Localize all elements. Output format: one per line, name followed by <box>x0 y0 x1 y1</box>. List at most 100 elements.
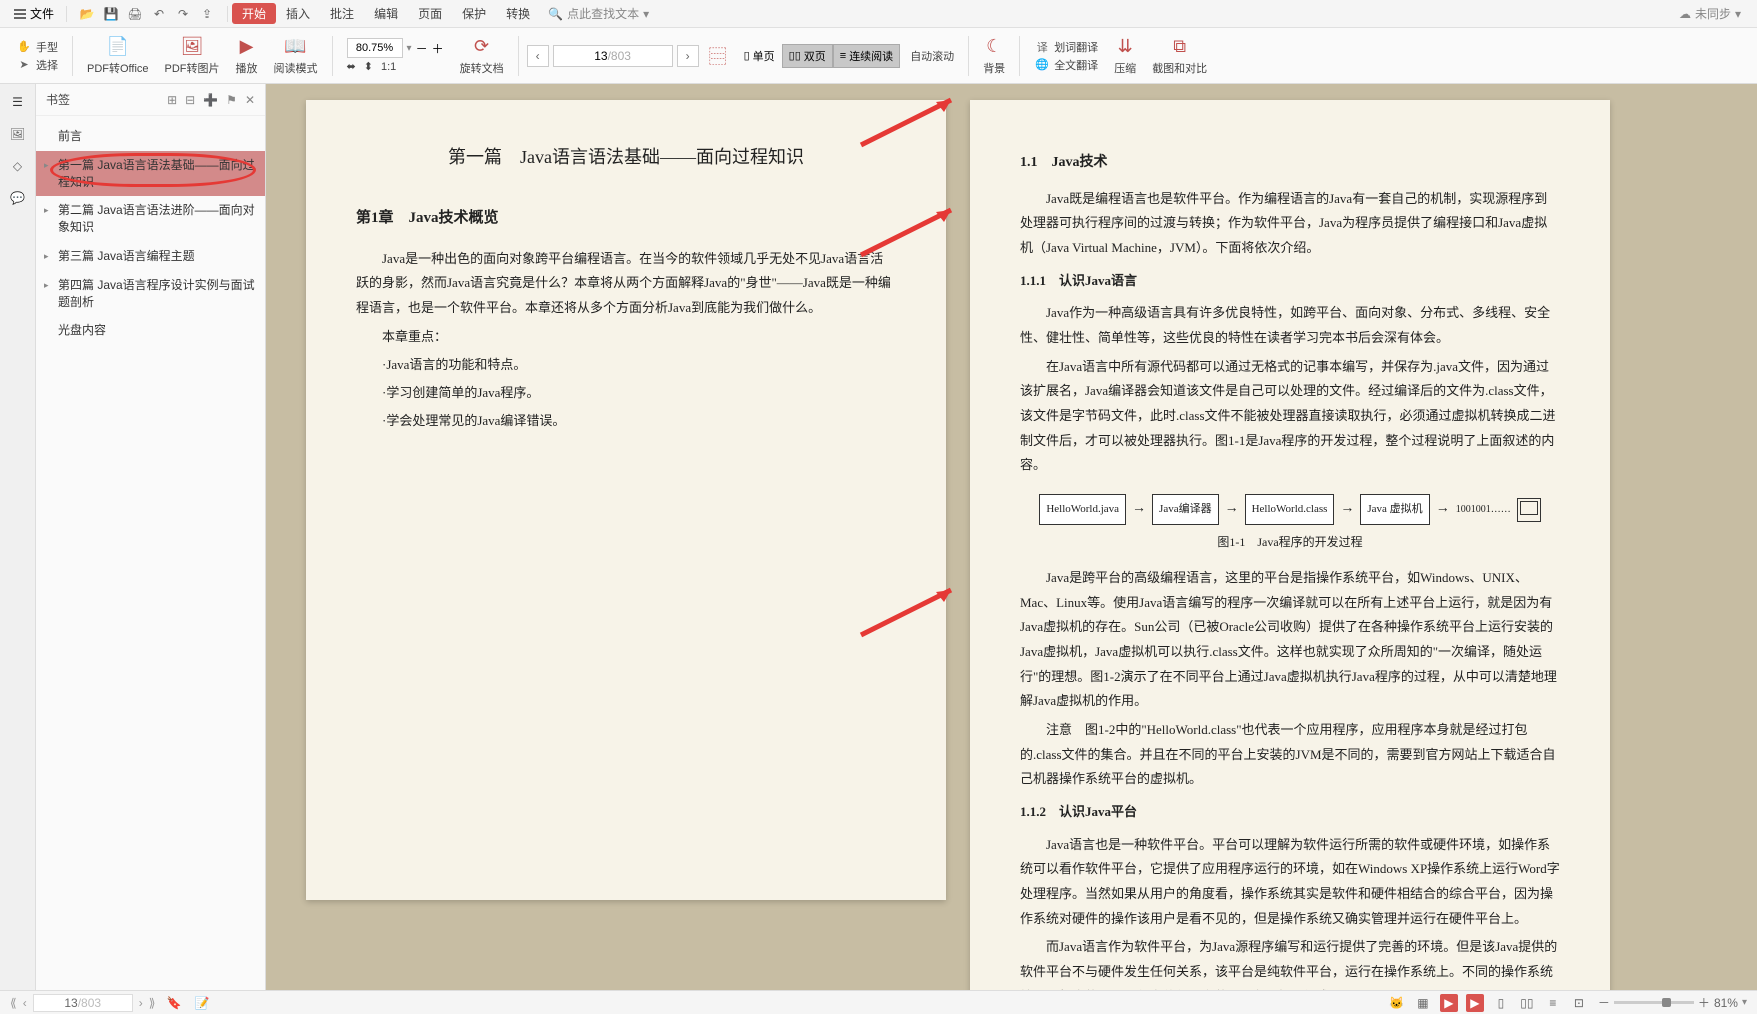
next-page-button[interactable]: › <box>677 45 699 67</box>
annotation-arrow <box>856 580 966 640</box>
separator <box>518 36 519 76</box>
thumbnails-strip-icon[interactable]: 🖼 <box>8 124 28 144</box>
tab-convert[interactable]: 转换 <box>496 5 540 22</box>
hand-tool[interactable]: ✋手型 <box>16 39 58 55</box>
tab-protect[interactable]: 保护 <box>452 5 496 22</box>
separator <box>332 36 333 76</box>
zoom-out-icon[interactable]: － <box>416 40 428 57</box>
attachments-strip-icon[interactable]: ◇ <box>8 156 28 176</box>
note-status-icon[interactable]: 📝 <box>193 994 211 1012</box>
comments-strip-icon[interactable]: 💬 <box>8 188 28 208</box>
pdf-to-office-label: PDF转Office <box>87 60 149 76</box>
collapse-all-icon[interactable]: ⊟ <box>185 93 195 107</box>
actual-size-icon[interactable]: 1:1 <box>381 61 396 73</box>
tab-annotate[interactable]: 批注 <box>320 5 364 22</box>
select-tool[interactable]: ➤选择 <box>16 57 58 73</box>
view-continuous-icon[interactable]: ≡ <box>1544 994 1562 1012</box>
list-item: ·学习创建简单的Java程序。 <box>356 381 896 406</box>
prev-page-button[interactable]: ‹ <box>23 996 27 1010</box>
bookmark-item[interactable]: ▸第三篇 Java语言编程主题 <box>36 242 265 271</box>
fit-width-icon[interactable]: ⬌ <box>347 60 356 73</box>
chapter-title: 第1章 Java技术概览 <box>356 204 896 233</box>
fit-page-icon[interactable]: ⬍ <box>364 60 373 73</box>
select-translate[interactable]: 译划词翻译 <box>1034 39 1098 55</box>
screenshot-compare-button[interactable]: ⧉截图和对比 <box>1146 36 1213 76</box>
file-menu[interactable]: 文件 <box>6 5 62 22</box>
office-icon: 📄 <box>107 36 129 58</box>
bookmark-item[interactable]: ▸第四篇 Java语言程序设计实例与面试题剖析 <box>36 271 265 317</box>
full-translate[interactable]: 🌐全文翻译 <box>1034 57 1098 73</box>
bookmark-item[interactable]: 光盘内容 <box>36 316 265 345</box>
diagram-box: HelloWorld.class <box>1245 494 1335 525</box>
separator <box>968 36 969 76</box>
page-number-box[interactable]: 13/803 <box>553 45 673 67</box>
last-page-button[interactable]: ⟫ <box>149 996 156 1010</box>
zoom-thumb[interactable] <box>1662 998 1671 1007</box>
diagram-java-process: HelloWorld.java → Java编译器 → HelloWorld.c… <box>1020 494 1560 525</box>
sync-status[interactable]: ☁ 未同步 ▾ <box>1679 5 1751 22</box>
bookmark-label: 第二篇 Java语言语法进阶——面向对象知识 <box>58 203 255 234</box>
add-bookmark-icon[interactable]: ➕ <box>203 93 218 107</box>
page-layout-button[interactable]: ⿳ <box>703 45 733 67</box>
cloud-icon: ☁ <box>1679 7 1691 21</box>
auto-scroll-button[interactable]: 自动滚动 <box>904 48 960 64</box>
rotate-button[interactable]: ⟳旋转文档 <box>454 36 510 76</box>
bookmark-item[interactable]: ▸第一篇 Java语言语法基础——面向过程知识 <box>36 151 265 197</box>
double-page-option[interactable]: ▯▯双页 <box>782 44 833 68</box>
chevron-down-icon[interactable]: ▾ <box>407 43 412 54</box>
view-single-icon[interactable]: ▯ <box>1492 994 1510 1012</box>
expand-all-icon[interactable]: ⊞ <box>167 93 177 107</box>
close-sidebar-icon[interactable]: ✕ <box>245 93 255 107</box>
bookmarks-strip-icon[interactable]: ☰ <box>8 92 28 112</box>
expand-triangle-icon[interactable]: ▸ <box>44 250 49 263</box>
pdf-to-image-button[interactable]: 🖼PDF转图片 <box>159 36 226 76</box>
expand-triangle-icon[interactable]: ▸ <box>44 279 49 292</box>
tab-page[interactable]: 页面 <box>408 5 452 22</box>
export-icon[interactable]: ⇪ <box>199 6 215 22</box>
first-page-button[interactable]: ⟪ <box>10 996 17 1010</box>
cat-icon[interactable]: 🐱 <box>1388 994 1406 1012</box>
tab-start[interactable]: 开始 <box>232 3 276 24</box>
pdf-to-office-button[interactable]: 📄 PDF转Office <box>81 36 155 76</box>
grid-icon[interactable]: ▦ <box>1414 994 1432 1012</box>
bookmark-settings-icon[interactable]: ⚑ <box>226 93 237 107</box>
next-page-button[interactable]: › <box>139 996 143 1010</box>
expand-triangle-icon[interactable]: ▸ <box>44 159 49 172</box>
background-button[interactable]: ☾背景 <box>977 36 1011 76</box>
record2-icon[interactable]: ▶ <box>1466 994 1484 1012</box>
document-viewport[interactable]: 第一篇 Java语言语法基础——面向过程知识 第1章 Java技术概览 Java… <box>266 84 1757 990</box>
tab-insert[interactable]: 插入 <box>276 5 320 22</box>
part-title: 第一篇 Java语言语法基础——面向过程知识 <box>356 140 896 174</box>
print-icon[interactable]: 🖨 <box>127 6 143 22</box>
compress-button[interactable]: ⇊压缩 <box>1108 36 1142 76</box>
search-box[interactable]: 🔍 点此查找文本 ▾ <box>548 5 649 22</box>
undo-icon[interactable]: ↶ <box>151 6 167 22</box>
bookmark-item[interactable]: ▸ 第二篇 Java语言语法进阶——面向对象知识 <box>36 196 265 242</box>
redo-icon[interactable]: ↷ <box>175 6 191 22</box>
zoom-in-button[interactable]: ＋ <box>1698 994 1710 1011</box>
zoom-out-button[interactable]: － <box>1598 994 1610 1011</box>
open-icon[interactable]: 📂 <box>79 6 95 22</box>
diagram-caption: 图1-1 Java程序的开发过程 <box>1020 531 1560 554</box>
zoom-in-icon[interactable]: ＋ <box>432 40 444 57</box>
prev-page-button[interactable]: ‹ <box>527 45 549 67</box>
zoom-value[interactable]: 80.75% <box>347 38 403 58</box>
view-double-icon[interactable]: ▯▯ <box>1518 994 1536 1012</box>
single-page-option[interactable]: ▯单页 <box>737 44 782 68</box>
save-icon[interactable]: 💾 <box>103 6 119 22</box>
chevron-down-icon[interactable]: ▾ <box>1742 997 1747 1008</box>
record-icon[interactable]: ▶ <box>1440 994 1458 1012</box>
read-mode-button[interactable]: 📖阅读模式 <box>268 36 324 76</box>
computer-icon <box>1517 498 1541 522</box>
bookmark-item[interactable]: 前言 <box>36 122 265 151</box>
continuous-read-option[interactable]: ≡连续阅读 <box>833 44 900 68</box>
play-button[interactable]: ▶播放 <box>230 36 264 76</box>
diagram-box: Java 虚拟机 <box>1360 494 1429 525</box>
expand-triangle-icon[interactable]: ▸ <box>44 204 49 217</box>
zoom-slider[interactable] <box>1614 1001 1694 1004</box>
bookmark-status-icon[interactable]: 🔖 <box>165 994 183 1012</box>
tab-edit[interactable]: 编辑 <box>364 5 408 22</box>
full-translate-label: 全文翻译 <box>1054 57 1098 73</box>
fit-icon[interactable]: ⊡ <box>1570 994 1588 1012</box>
status-page-box[interactable]: 13/803 <box>33 994 133 1012</box>
